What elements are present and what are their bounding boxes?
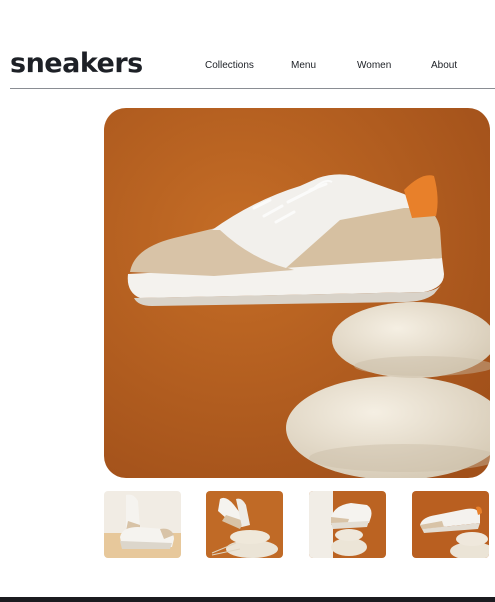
footer-bar <box>0 597 495 602</box>
nav-item-women[interactable]: Women <box>357 58 391 74</box>
hero-product-image[interactable] <box>104 108 490 478</box>
thumbnail-image-4 <box>412 491 489 558</box>
thumbnail-3[interactable] <box>309 491 386 558</box>
thumbnail-image-3 <box>309 491 386 558</box>
thumbnail-image-1 <box>104 491 181 558</box>
thumbnail-image-2 <box>206 491 283 558</box>
thumbnail-2[interactable] <box>206 491 283 558</box>
site-header: sneakers Collections Menu Women About <box>0 0 495 90</box>
nav-item-collections[interactable]: Collections <box>205 58 254 74</box>
hero-sneaker-illustration <box>104 108 490 478</box>
main-nav: Collections Menu Women About <box>0 58 495 74</box>
header-divider <box>10 88 495 89</box>
nav-item-menu[interactable]: Menu <box>291 58 316 74</box>
thumbnail-4[interactable] <box>412 491 489 558</box>
thumbnail-1[interactable] <box>104 491 181 558</box>
nav-item-about[interactable]: About <box>431 58 457 74</box>
